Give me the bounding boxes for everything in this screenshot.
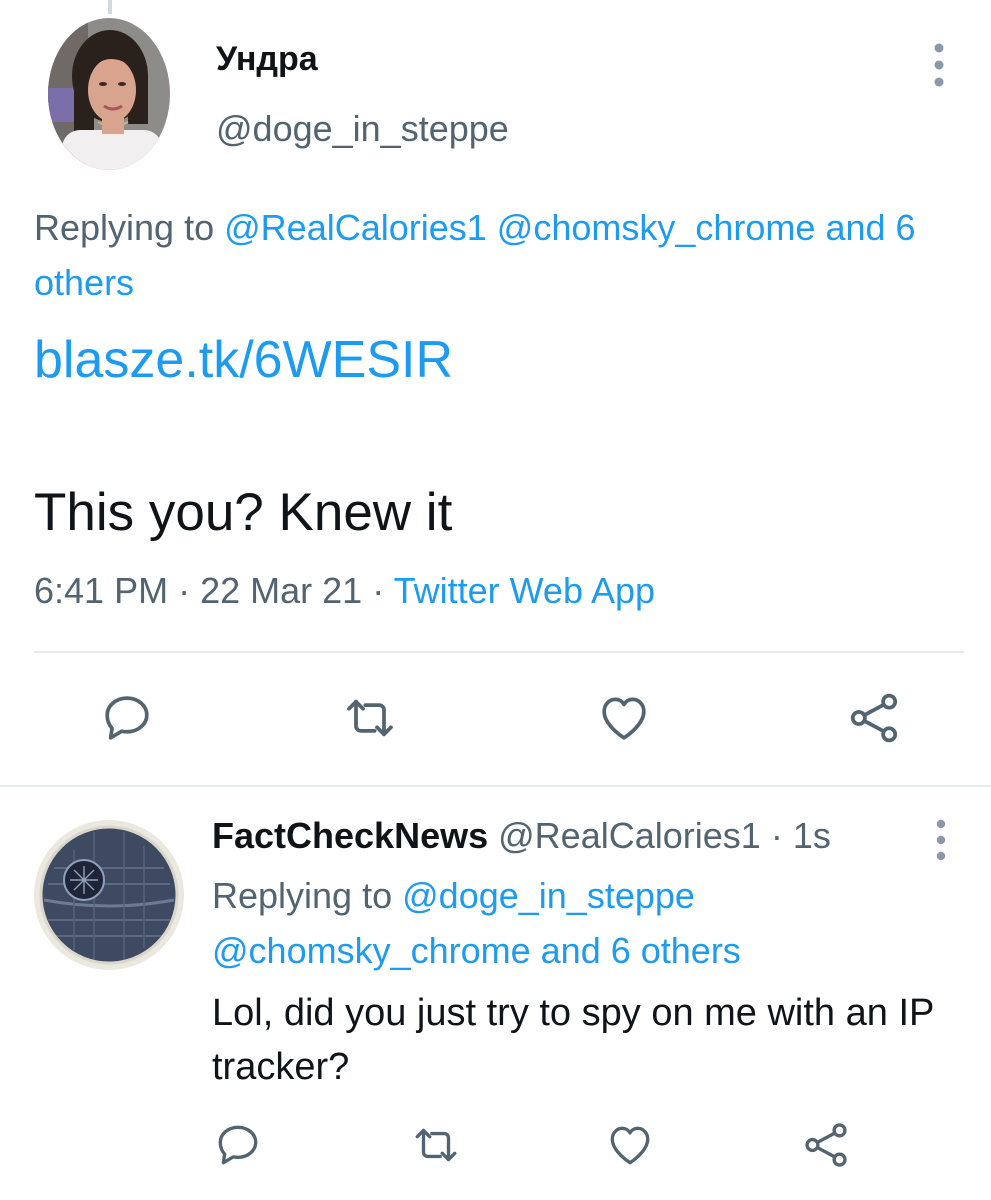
tweet-url-link[interactable]: blasze.tk/6WESIR [34,330,453,390]
more-options-icon[interactable] [924,42,954,88]
avatar-reply-user[interactable] [34,820,184,970]
mention-link[interactable]: @RealCalories1 [224,207,487,248]
reply-display-name[interactable]: FactCheckNews [212,815,488,856]
mention-link[interactable]: @doge_in_steppe [402,875,695,916]
retweet-button[interactable] [411,1120,461,1170]
divider [34,651,964,653]
share-button[interactable] [846,690,902,746]
reply-age[interactable]: 1s [793,815,831,856]
replying-to-line: Replying to @RealCalories1 @chomsky_chro… [34,200,964,310]
comment-bubble-icon [218,1125,258,1165]
meta-separator: · [372,570,385,611]
tweet-separator [0,785,991,787]
main-handle[interactable]: @doge_in_steppe [216,108,509,150]
heart-icon [602,697,646,740]
like-button[interactable] [596,690,652,746]
share-icon [805,1123,847,1167]
thread-connector-line [108,0,112,14]
reply-header: FactCheckNews @RealCalories1 · 1s [212,815,831,857]
retweet-button[interactable] [342,690,398,746]
mention-link[interactable]: @chomsky_chrome [212,930,531,971]
main-display-name[interactable]: Ундра [216,40,318,79]
like-button[interactable] [605,1120,655,1170]
tweet-date[interactable]: 22 Mar 21 [200,570,362,611]
heart-icon [610,1126,650,1165]
tweet-detail-screen: Ундра @doge_in_steppe Replying to @RealC… [0,0,991,1200]
tweet-source-link[interactable]: Twitter Web App [394,570,655,611]
replying-to-line: Replying to @doge_in_steppe @chomsky_chr… [212,868,972,978]
replying-to-label: Replying to [212,875,393,916]
tweet-time[interactable]: 6:41 PM [34,570,168,611]
comment-bubble-icon [105,696,149,740]
tweet-text: This you? Knew it [34,483,453,542]
avatar-main-user[interactable] [48,18,170,170]
more-options-icon[interactable] [926,818,956,862]
others-link[interactable]: and 6 others [541,930,741,971]
reply-text: Lol, did you just try to spy on me with … [212,992,934,1088]
reply-button[interactable] [99,690,155,746]
retweet-icon [347,699,393,737]
share-button[interactable] [801,1120,851,1170]
retweet-icon [415,1128,457,1162]
mention-link[interactable]: @chomsky_chrome [497,207,816,248]
meta-separator: · [178,570,191,611]
header-separator: · [770,815,783,856]
reply-button[interactable] [213,1120,263,1170]
reply-handle[interactable]: @RealCalories1 [498,815,761,856]
tweet-meta: 6:41 PM · 22 Mar 21 · Twitter Web App [34,570,655,612]
share-icon [850,693,898,743]
replying-to-label: Replying to [34,207,215,248]
